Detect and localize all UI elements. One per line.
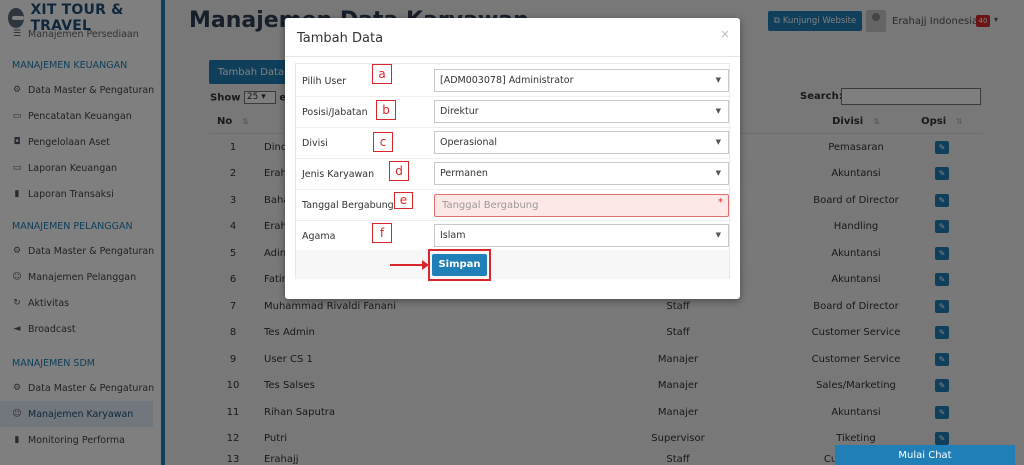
callout-f: f: [372, 223, 392, 243]
form-row-religion: Agama Islam ▼: [296, 221, 731, 252]
form-row-employee-type: Jenis Karyawan Permanen ▼: [296, 159, 731, 190]
callout-a: a: [372, 64, 392, 84]
required-asterisk: *: [718, 197, 723, 208]
form-row-join-date: Tanggal Bergabung Tanggal Bergabung *: [296, 190, 731, 221]
chevron-down-icon: ▼: [715, 231, 721, 239]
modal-title: Tambah Data: [297, 31, 384, 46]
arrow-annotation: [390, 260, 429, 270]
callout-d: d: [389, 161, 409, 181]
form-row-division: Divisi Operasional ▼: [296, 128, 731, 159]
form-row-position: Posisi/Jabatan Direktur ▼: [296, 97, 731, 128]
chevron-down-icon: ▼: [715, 138, 721, 146]
callout-b: b: [376, 100, 396, 120]
close-icon[interactable]: ×: [720, 27, 730, 41]
chevron-down-icon: ▼: [715, 107, 721, 115]
religion-select[interactable]: Islam ▼: [434, 224, 729, 247]
chevron-down-icon: ▼: [715, 76, 721, 84]
callout-e: e: [394, 192, 413, 209]
form-row-user: Pilih User [ADM003078] Administrator ▼: [296, 66, 731, 97]
user-select[interactable]: [ADM003078] Administrator ▼: [434, 69, 729, 92]
division-select[interactable]: Operasional ▼: [434, 131, 729, 154]
callout-c: c: [373, 132, 393, 152]
position-select[interactable]: Direktur ▼: [434, 100, 729, 123]
add-data-modal: Tambah Data × Pilih User [ADM003078] Adm…: [285, 18, 740, 299]
chevron-down-icon: ▼: [715, 169, 721, 177]
start-chat-button[interactable]: Mulai Chat: [835, 445, 1015, 465]
join-date-field[interactable]: Tanggal Bergabung *: [434, 194, 729, 217]
save-button[interactable]: Simpan: [432, 254, 487, 276]
employee-type-select[interactable]: Permanen ▼: [434, 162, 729, 185]
add-data-form: Pilih User [ADM003078] Administrator ▼ Po…: [295, 63, 731, 279]
form-footer: [296, 250, 729, 279]
